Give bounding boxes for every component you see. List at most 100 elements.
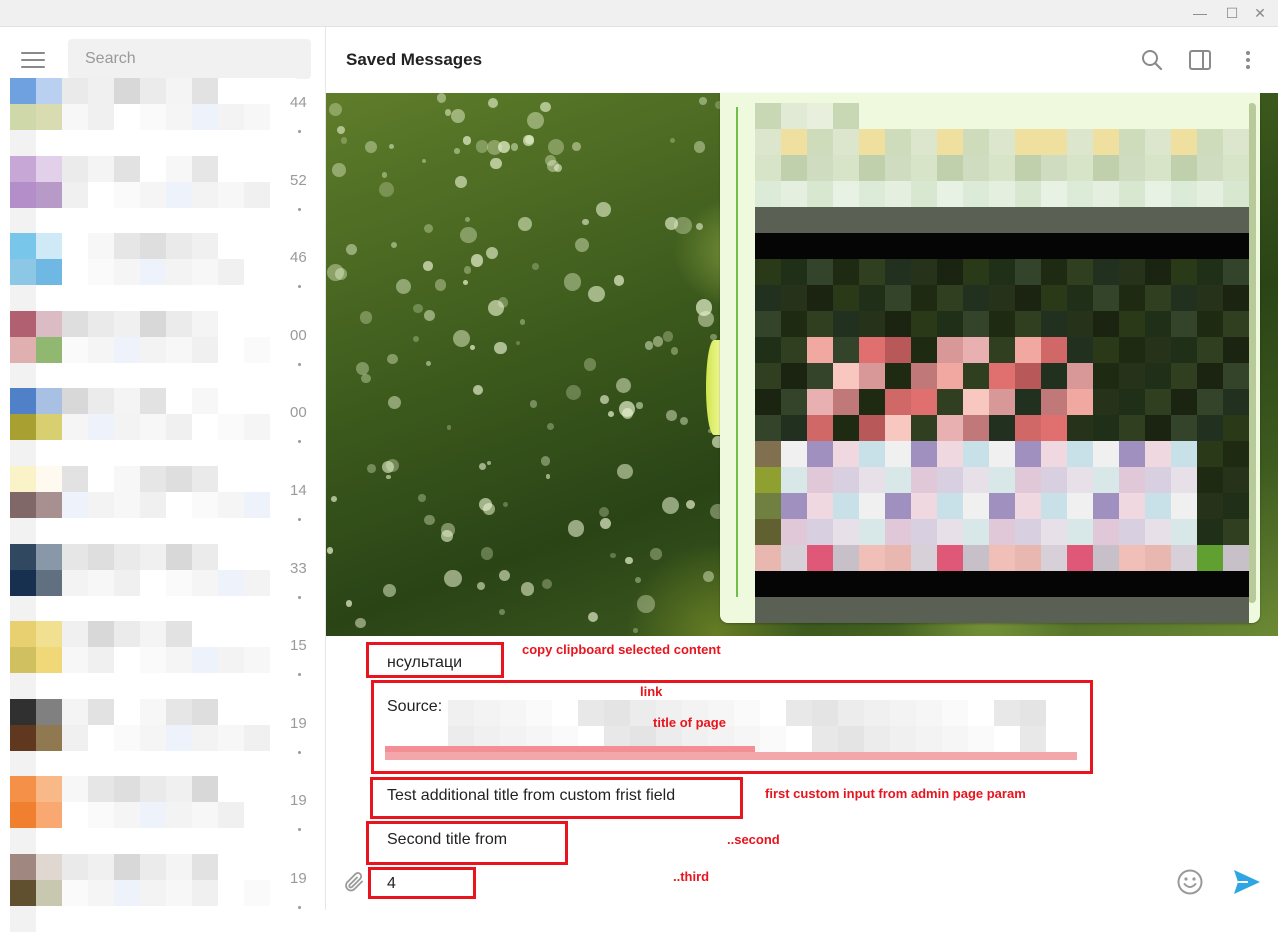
bokeh-dot (531, 263, 539, 270)
bokeh-dot (475, 140, 489, 153)
bokeh-dot (546, 422, 554, 431)
bokeh-dot (382, 172, 388, 178)
bokeh-dot (336, 125, 346, 135)
chat-item-pixelated (10, 78, 300, 156)
minimize-icon[interactable]: — (1192, 5, 1208, 21)
annotation-first-custom: first custom input from admin page param (765, 786, 1026, 801)
bokeh-dot (614, 275, 625, 286)
chat-item-pixelated (10, 233, 300, 312)
source-box (371, 680, 1093, 774)
bokeh-dot (696, 222, 704, 230)
bokeh-dot (540, 102, 551, 113)
bokeh-dot (575, 237, 590, 252)
bokeh-dot (541, 579, 553, 590)
bokeh-dot (364, 140, 378, 154)
third-field-text[interactable]: 4 (387, 875, 396, 893)
bokeh-dot (661, 496, 679, 514)
chat-time: 44 (290, 94, 307, 111)
bokeh-dot (355, 618, 366, 629)
emoji-icon[interactable] (1176, 868, 1204, 896)
chat-unread-dot (298, 906, 301, 909)
bokeh-dot (330, 496, 337, 502)
chat-item-pixelated (10, 698, 300, 777)
search-icon[interactable] (1140, 48, 1164, 72)
bokeh-dot (635, 576, 642, 583)
bokeh-dot (486, 246, 499, 259)
second-custom-field-text[interactable]: Second title from (387, 831, 507, 849)
chat-list-item[interactable]: 14 (0, 466, 307, 544)
chat-time: 52 (290, 171, 307, 189)
first-custom-field-text[interactable]: Test additional title from custom frist … (387, 787, 675, 805)
bokeh-dot (547, 138, 565, 156)
bokeh-dot (391, 241, 398, 248)
window-titlebar (0, 0, 1278, 27)
bokeh-dot (565, 384, 581, 401)
bokeh-dot (473, 384, 484, 395)
bokeh-dot (608, 410, 615, 417)
bokeh-dot (525, 135, 534, 144)
more-vertical-icon[interactable] (1236, 48, 1260, 72)
bokeh-dot (413, 303, 423, 314)
bokeh-dot (487, 97, 499, 109)
bokeh-dot (633, 628, 638, 633)
search-input[interactable]: Search (68, 39, 311, 79)
bokeh-dot (499, 609, 505, 615)
chat-time: 33 (290, 559, 307, 577)
bokeh-dot (649, 548, 662, 560)
bokeh-dot (476, 582, 485, 591)
chat-item-pixelated (10, 310, 300, 389)
sidebar-toggle-icon[interactable] (1188, 48, 1212, 72)
chat-unread-dot (298, 750, 301, 754)
close-icon[interactable]: ✕ (1252, 5, 1268, 21)
chat-list-item[interactable]: 19 (0, 698, 307, 777)
bokeh-dot (452, 329, 471, 348)
chat-list-item[interactable]: 33 (0, 543, 307, 622)
bokeh-dot (450, 108, 465, 123)
attach-icon[interactable] (342, 870, 366, 894)
chat-list-item[interactable]: 52 (0, 155, 307, 234)
chat-unread-dot (298, 207, 301, 211)
chat-time: 14 (290, 482, 307, 499)
chat-list-item[interactable]: 00 (0, 310, 307, 389)
bokeh-dot (615, 377, 632, 394)
bokeh-dot (662, 331, 674, 342)
annotation-third: ..third (673, 869, 710, 884)
bokeh-dot (346, 243, 358, 255)
quote-bar (736, 107, 738, 597)
send-icon[interactable] (1232, 868, 1262, 896)
chat-item-pixelated (10, 466, 300, 544)
bokeh-dot (670, 347, 679, 355)
bokeh-dot (460, 226, 477, 244)
bokeh-dot (519, 319, 526, 325)
chat-list-item[interactable]: 15 (0, 621, 307, 700)
bokeh-dot (600, 394, 610, 404)
chat-item-pixelated (10, 388, 300, 467)
bokeh-dot (515, 340, 520, 345)
bokeh-dot (387, 353, 398, 365)
bokeh-dot (340, 137, 347, 144)
bokeh-dot (563, 273, 582, 291)
chat-unread-dot (298, 595, 301, 599)
bokeh-dot (387, 395, 402, 410)
bokeh-dot (636, 402, 643, 409)
bubble-scrollbar[interactable] (1248, 103, 1256, 603)
message-bubble[interactable] (720, 93, 1260, 623)
chat-list-item[interactable]: 19 (0, 776, 307, 855)
chat-item-pixelated (10, 776, 300, 855)
chat-list-item[interactable]: 00 (0, 388, 307, 467)
bokeh-dot (423, 310, 435, 321)
clipboard-text[interactable]: нсультаци (387, 654, 462, 672)
chat-list-item[interactable]: 44 (0, 78, 307, 156)
bokeh-dot (617, 463, 634, 480)
chat-list-item[interactable]: 19 (0, 854, 307, 932)
bokeh-dot (669, 137, 675, 143)
menu-icon[interactable] (21, 52, 45, 70)
bokeh-dot (624, 556, 633, 565)
bokeh-dot (359, 310, 373, 324)
chat-list-item[interactable]: 46 (0, 233, 307, 312)
maximize-icon[interactable]: ☐ (1224, 5, 1240, 21)
annotation-link: link (640, 684, 663, 699)
bokeh-dot (545, 474, 551, 479)
bokeh-dot (610, 552, 616, 559)
bokeh-dot (652, 336, 664, 347)
